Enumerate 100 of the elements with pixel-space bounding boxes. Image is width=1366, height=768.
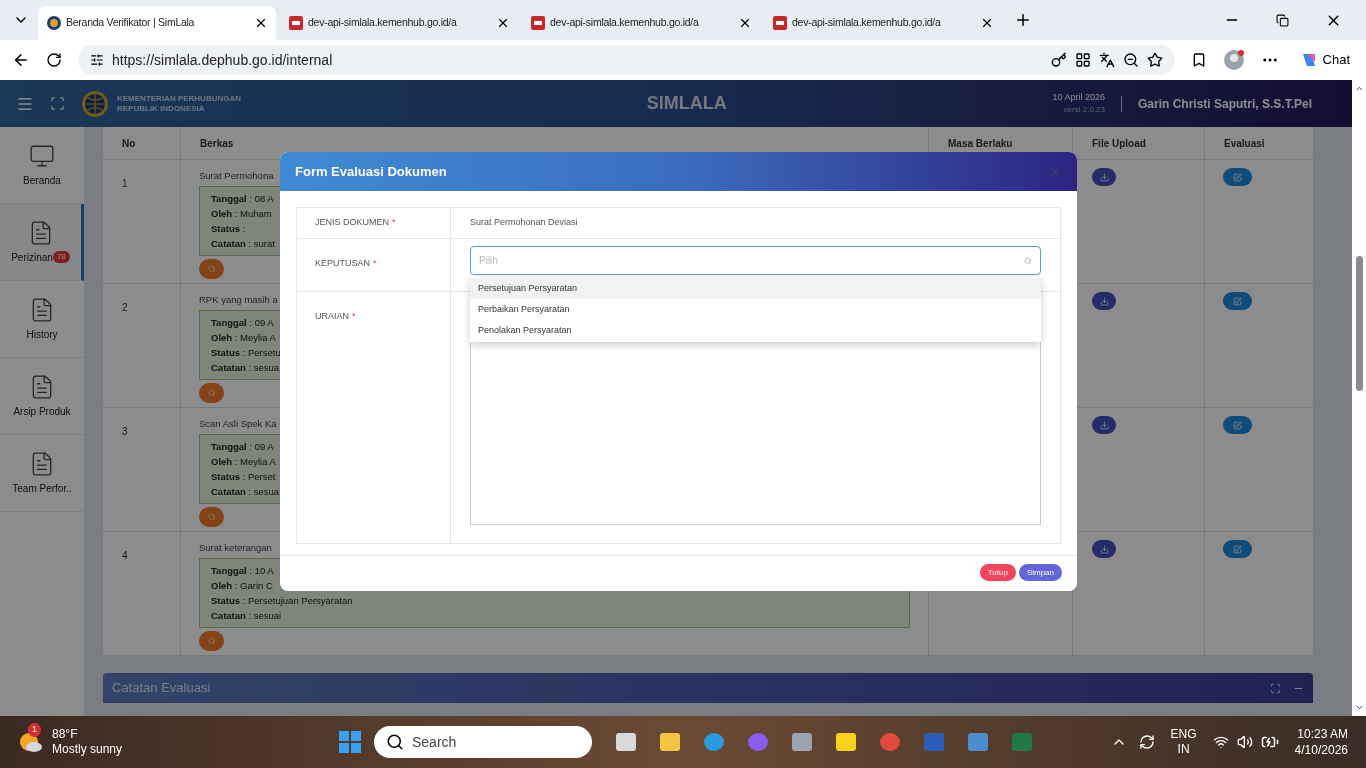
edit-button[interactable] [1223,416,1252,434]
close-icon[interactable] [980,16,994,30]
browser-tab[interactable]: Beranda Verifikator | SimLala [38,6,276,40]
document-title: Surat keterangan [199,541,272,555]
search-placeholder: Search [412,732,457,752]
browser-tab[interactable]: dev-api-simlala.kemenhub.go.id/a [522,6,760,40]
ministry-name: REPUBLIK INDONESIA [117,103,206,114]
emblem-icon [81,89,109,118]
download-button[interactable] [1092,540,1116,558]
reload-icon[interactable] [46,52,62,68]
download-icon [1099,296,1109,306]
profile-icon[interactable] [1222,49,1245,71]
panel-title: Catatan Evaluasi [112,679,211,698]
close-button[interactable]: Tutup [979,564,1016,581]
sidebar-label: Beranda [23,173,61,188]
detail-line: Oleh : Meylia A [211,455,276,470]
edit-icon [1233,420,1242,430]
field-label: JENIS DOKUMEN [315,216,389,230]
required-mark: * [392,216,396,230]
download-button[interactable] [1092,292,1116,310]
count-badge: 78 [52,251,70,263]
dropdown-option[interactable]: Persetujuan Persyaratan [470,278,1041,299]
detail-line: Oleh : Meylia A [211,331,276,346]
detail-line: Oleh : Muham [211,207,272,222]
sidebar-item[interactable]: History [0,281,84,358]
search-icon [386,733,404,751]
volume-icon[interactable] [1236,734,1253,750]
zoom-icon[interactable] [1122,52,1139,68]
windows-icon[interactable] [338,730,362,754]
row-number: 3 [122,426,128,437]
new-tab-icon[interactable] [1014,11,1032,29]
app-title: SIMLALA [646,92,727,115]
save-button[interactable]: Simpan [1018,564,1062,581]
edit-icon [1233,172,1242,182]
star-icon[interactable] [1146,52,1163,68]
expand-icon[interactable] [1270,682,1281,694]
edit-button[interactable] [1223,540,1252,558]
search-field[interactable]: Search [374,726,592,758]
weather-condition: Mostly sunny [52,742,123,757]
detail-line: Catatan : surat [211,237,275,252]
current-date: 10 April 2026 [1052,90,1105,104]
close-icon[interactable] [254,16,268,30]
dropdown-option[interactable]: Penolakan Persyaratan [470,320,1041,341]
sidebar-label: History [26,327,58,342]
sync-icon[interactable] [1138,734,1155,750]
close-icon[interactable] [738,16,752,30]
detail-line: Tanggal : 10 A [211,564,274,579]
search-icon [1024,256,1032,265]
field-label: URAIAN [315,311,349,321]
column-header: Evaluasi [1204,127,1313,159]
detail-line: Tanggal : 09 A [211,316,274,331]
scroll-down-icon[interactable] [1354,703,1364,712]
tab-title: Beranda Verifikator | SimLala [66,15,196,31]
restore-icon[interactable] [1276,13,1289,27]
pdf-icon [772,15,788,31]
scroll-up-icon[interactable] [1354,84,1364,93]
select-input[interactable]: Pilih [479,253,1024,268]
address-field[interactable]: https://simlala.dephub.go.id/internal [78,45,1175,75]
dropdown-option[interactable]: Perbaikan Persyaratan [470,299,1041,320]
pdf-icon [530,15,546,31]
column-header: No [121,136,137,151]
scroll-thumb[interactable] [1355,255,1363,391]
search-icon [207,637,216,646]
download-button[interactable] [1092,416,1116,434]
detail-line: Tanggal : 09 A [211,440,274,455]
detail-line: Status : [211,222,246,237]
row-number: 2 [122,302,128,313]
download-icon [1099,172,1109,182]
sidebar-label: Team Perfor.. [12,481,72,496]
key-icon[interactable] [1050,52,1067,68]
emblem-icon [46,15,62,31]
download-button[interactable] [1092,168,1116,186]
edit-icon [1233,544,1242,554]
pdf-icon [288,15,304,31]
row-number: 4 [122,550,128,561]
browser-tab[interactable]: dev-api-simlala.kemenhub.go.id/a [280,6,518,40]
sidebar-item[interactable]: Arsip Produk [0,358,84,435]
detail-line: Status : Perset [211,470,276,485]
close-icon[interactable] [496,16,510,30]
version-label: versi 2.0.23 [1063,104,1105,117]
detail-line: Oleh : Garin C [211,579,273,594]
notification-badge: 1 [28,723,41,737]
chat-button[interactable]: Chat [1294,50,1354,70]
back-icon[interactable] [12,51,30,69]
user-name: Garin Christi Saputri, S.S.T.Pel [1137,95,1312,113]
edit-button[interactable] [1223,168,1252,186]
field-label: KEPUTUSAN [315,258,370,268]
sidebar-item[interactable]: Team Perfor.. [0,435,84,512]
search-select-field[interactable]: Pilih [470,246,1041,275]
sidebar-item[interactable]: Perizinan 78 [0,204,84,281]
site-info-icon[interactable] [90,53,104,67]
edit-button[interactable] [1223,292,1252,310]
download-icon [1099,420,1109,430]
fullscreen-icon[interactable] [50,96,65,111]
translate-icon[interactable] [1098,52,1115,68]
required-mark: * [352,311,356,321]
apps-icon[interactable] [1074,52,1091,68]
wifi-icon[interactable] [1212,734,1229,750]
browser-tab[interactable]: dev-api-simlala.kemenhub.go.id/a [764,6,1002,40]
tab-title: dev-api-simlala.kemenhub.go.id/a [792,15,942,31]
